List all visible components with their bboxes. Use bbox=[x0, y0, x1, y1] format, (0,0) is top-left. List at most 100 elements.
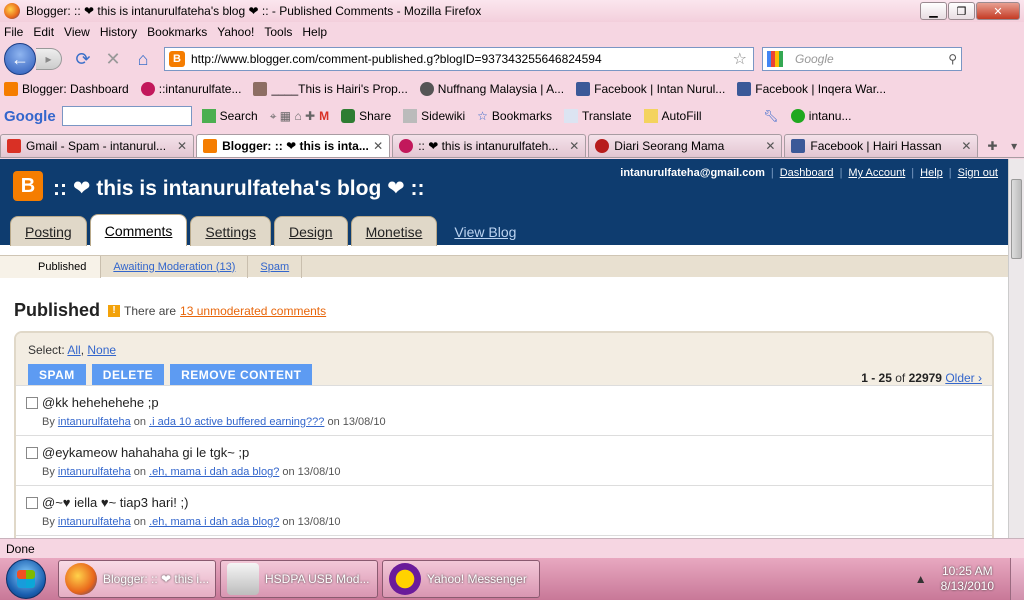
google-search-button[interactable]: Search bbox=[201, 109, 258, 123]
taskbar-yahoo-messenger[interactable]: Yahoo! Messenger bbox=[382, 560, 540, 598]
tab-facebook[interactable]: Facebook | Hairi Hassan ✕ bbox=[784, 134, 979, 157]
menu-edit[interactable]: Edit bbox=[33, 25, 54, 39]
select-none-link[interactable]: None bbox=[87, 343, 116, 357]
google-engine-icon[interactable] bbox=[767, 51, 783, 67]
comment-row: @~♥ iella ♥~ tiap3 hari! ;) By intanurul… bbox=[16, 486, 992, 536]
wrench-icon[interactable]: 🔧︎ bbox=[764, 109, 779, 123]
tab-blogger[interactable]: Blogger: :: ❤ this is inta... ✕ bbox=[196, 134, 391, 157]
tray-expand-icon[interactable]: ▲ bbox=[915, 572, 927, 586]
menu-bookmarks[interactable]: Bookmarks bbox=[147, 25, 207, 39]
menu-tools[interactable]: Tools bbox=[264, 25, 292, 39]
menu-view[interactable]: View bbox=[64, 25, 90, 39]
start-button[interactable] bbox=[6, 559, 46, 599]
blogger-logo-icon[interactable]: B bbox=[13, 171, 43, 201]
url-bar[interactable]: B http://www.blogger.com/comment-publish… bbox=[164, 47, 754, 71]
menu-file[interactable]: File bbox=[4, 25, 23, 39]
close-tab-icon[interactable]: ✕ bbox=[961, 139, 971, 153]
search-box[interactable]: Google ⚲ bbox=[762, 47, 962, 71]
tab-monetise[interactable]: Monetise bbox=[350, 216, 438, 246]
show-desktop-button[interactable] bbox=[1010, 558, 1024, 600]
clock[interactable]: 10:25 AM 8/13/2010 bbox=[941, 564, 994, 594]
older-link[interactable]: Older › bbox=[945, 371, 982, 385]
translate-button[interactable]: Translate bbox=[563, 109, 632, 123]
gmail-icon[interactable]: M bbox=[319, 109, 329, 123]
toolbar-misc-icons[interactable]: ⌖ ▦ ⌂ ✚ M bbox=[270, 109, 329, 124]
view-blog-link[interactable]: View Blog bbox=[454, 224, 516, 246]
bookmark-facebook-intan[interactable]: Facebook | Intan Nurul... bbox=[576, 82, 725, 96]
comment-author-link[interactable]: intanurulfateha bbox=[58, 466, 131, 478]
tab-design[interactable]: Design bbox=[273, 216, 348, 246]
comment-checkbox[interactable] bbox=[26, 447, 38, 459]
comment-checkbox[interactable] bbox=[26, 397, 38, 409]
window-titlebar: Blogger: :: ❤ this is intanurulfateha's … bbox=[0, 0, 1024, 22]
restore-button[interactable]: ❐ bbox=[948, 2, 975, 20]
search-icon[interactable]: ⚲ bbox=[948, 52, 957, 66]
tab-posting[interactable]: Posting bbox=[10, 216, 87, 246]
unmoderated-link[interactable]: 13 unmoderated comments bbox=[180, 304, 326, 318]
close-tab-icon[interactable]: ✕ bbox=[569, 139, 579, 153]
taskbar-hsdpa[interactable]: HSDPA USB Mod... bbox=[220, 560, 378, 598]
sidewiki-button[interactable]: Sidewiki bbox=[403, 109, 465, 123]
tab-intan-blog[interactable]: :: ❤ this is intanurulfateh... ✕ bbox=[392, 134, 587, 157]
subtab-spam[interactable]: Spam bbox=[248, 255, 303, 278]
heart-icon bbox=[140, 82, 155, 96]
comment-author-link[interactable]: intanurulfateha bbox=[58, 416, 131, 428]
bookmark-intan-blog[interactable]: ::intanurulfate... bbox=[140, 82, 241, 96]
comment-date: on 13/08/10 bbox=[327, 416, 386, 428]
my-account-link[interactable]: My Account bbox=[848, 167, 905, 179]
tab-list-button[interactable]: ▾ bbox=[1004, 135, 1024, 157]
forward-button[interactable]: ▸ bbox=[36, 48, 62, 70]
vertical-scrollbar[interactable] bbox=[1008, 159, 1024, 538]
bookmark-blogger-dashboard[interactable]: Blogger: Dashboard bbox=[4, 82, 129, 96]
stop-icon[interactable]: ✕ bbox=[102, 48, 124, 70]
menu-yahoo[interactable]: Yahoo! bbox=[217, 25, 254, 39]
pagination: 1 - 25 of 22979 Older › bbox=[861, 371, 982, 385]
comment-checkbox[interactable] bbox=[26, 497, 38, 509]
select-all-link[interactable]: All bbox=[67, 343, 80, 357]
comment-post-link[interactable]: .eh, mama i dah ada blog? bbox=[149, 516, 279, 528]
remove-content-button[interactable]: REMOVE CONTENT bbox=[170, 364, 313, 385]
dashboard-link[interactable]: Dashboard bbox=[780, 167, 834, 179]
tab-settings[interactable]: Settings bbox=[190, 216, 271, 246]
url-text[interactable]: http://www.blogger.com/comment-published… bbox=[191, 52, 733, 66]
minimize-button[interactable]: ▁ bbox=[920, 2, 947, 20]
navigation-toolbar: ← ▸ ⟳ ✕ ⌂ B http://www.blogger.com/comme… bbox=[0, 42, 1024, 76]
share-button[interactable]: Share bbox=[341, 109, 391, 123]
account-button[interactable]: intanu... bbox=[790, 109, 851, 123]
tab-gmail[interactable]: Gmail - Spam - intanurul... ✕ bbox=[0, 134, 195, 157]
tab-comments[interactable]: Comments bbox=[89, 214, 188, 246]
back-button[interactable]: ← bbox=[4, 43, 36, 75]
autofill-button[interactable]: AutoFill bbox=[643, 109, 702, 123]
comment-author-link[interactable]: intanurulfateha bbox=[58, 516, 131, 528]
google-toolbar-search[interactable] bbox=[61, 106, 192, 126]
reload-icon[interactable]: ⟳ bbox=[72, 48, 94, 70]
delete-button[interactable]: DELETE bbox=[91, 364, 165, 385]
comment-post-link[interactable]: .eh, mama i dah ada blog? bbox=[149, 466, 279, 478]
new-tab-button[interactable]: ✚ bbox=[980, 135, 1004, 157]
help-link[interactable]: Help bbox=[920, 167, 943, 179]
bookmark-hairi[interactable]: ____This is Hairi's Prop... bbox=[253, 82, 408, 96]
star-icon: ☆ bbox=[477, 109, 488, 123]
scrollbar-thumb[interactable] bbox=[1011, 179, 1022, 259]
menu-history[interactable]: History bbox=[100, 25, 137, 39]
subtab-published[interactable]: Published bbox=[0, 255, 102, 278]
close-tab-icon[interactable]: ✕ bbox=[765, 139, 775, 153]
yahoo-messenger-icon bbox=[389, 563, 421, 595]
subtab-awaiting-moderation[interactable]: Awaiting Moderation (13) bbox=[101, 255, 249, 278]
sign-out-link[interactable]: Sign out bbox=[958, 167, 998, 179]
home-icon[interactable]: ⌂ bbox=[132, 48, 154, 70]
bookmarks-button[interactable]: ☆ Bookmarks bbox=[477, 109, 552, 123]
bookmark-facebook-inqera[interactable]: Facebook | Inqera War... bbox=[737, 82, 886, 96]
bookmark-star-icon[interactable]: ☆ bbox=[733, 49, 747, 69]
menu-help[interactable]: Help bbox=[302, 25, 327, 39]
tab-diari[interactable]: Diari Seorang Mama ✕ bbox=[588, 134, 783, 157]
bookmark-nuffnang[interactable]: Nuffnang Malaysia | A... bbox=[419, 82, 564, 96]
close-tab-icon[interactable]: ✕ bbox=[177, 139, 187, 153]
spam-button[interactable]: SPAM bbox=[28, 364, 86, 385]
warning-icon: ! bbox=[108, 304, 121, 317]
comment-post-link[interactable]: .i ada 10 active buffered earning??? bbox=[149, 416, 324, 428]
close-tab-icon[interactable]: ✕ bbox=[373, 139, 383, 153]
published-heading-row: Published ! There are 13 unmoderated com… bbox=[14, 300, 326, 321]
taskbar-firefox[interactable]: Blogger: :: ❤ this i... bbox=[58, 560, 216, 598]
close-button[interactable]: ✕ bbox=[976, 2, 1020, 20]
